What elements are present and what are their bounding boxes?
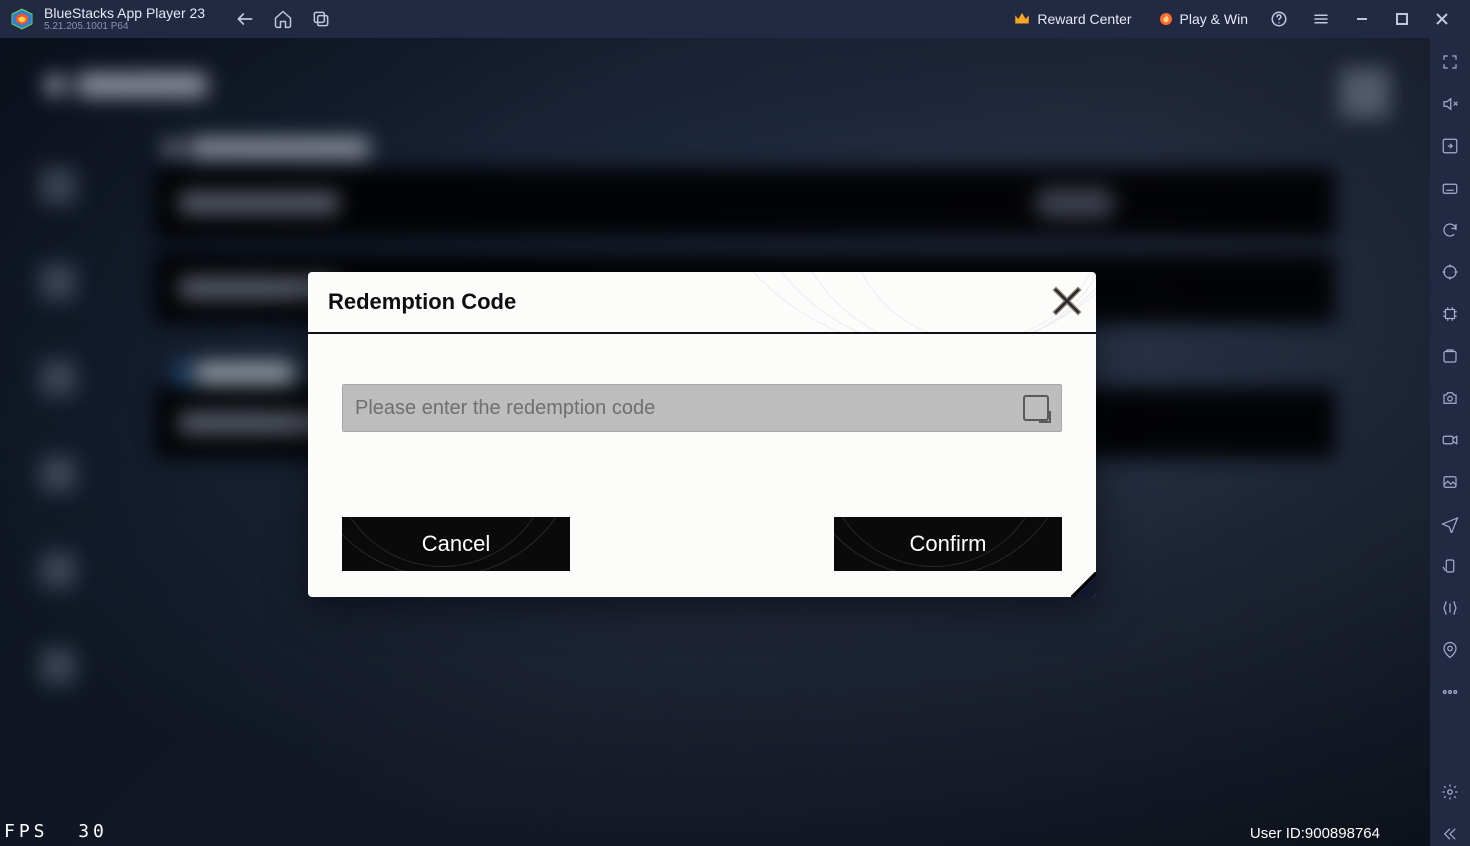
- collapse-button[interactable]: [1438, 822, 1462, 846]
- close-window-button[interactable]: [1422, 0, 1462, 38]
- modal-header: Redemption Code: [308, 272, 1096, 332]
- keymap-button[interactable]: [1438, 134, 1462, 158]
- fullscreen-button[interactable]: [1438, 50, 1462, 74]
- sync-icon: [1441, 221, 1459, 239]
- hamburger-icon: [1312, 10, 1330, 28]
- screenshot-button[interactable]: [1438, 386, 1462, 410]
- recent-apps-button[interactable]: [311, 9, 331, 29]
- modal-title: Redemption Code: [328, 289, 516, 315]
- camera-icon: [1441, 389, 1459, 407]
- apk-button[interactable]: [1438, 344, 1462, 368]
- rotate-button[interactable]: [1438, 554, 1462, 578]
- shake-icon: [1441, 599, 1459, 617]
- more-icon: [1441, 683, 1459, 701]
- game-viewport: Redemption Code: [0, 38, 1430, 846]
- arrow-box-icon: [1441, 137, 1459, 155]
- target-icon: [1441, 263, 1459, 281]
- volume-button[interactable]: [1438, 92, 1462, 116]
- arrow-left-icon: [235, 9, 255, 29]
- app-title: BlueStacks App Player 23: [44, 6, 205, 20]
- volume-mute-icon: [1441, 95, 1459, 113]
- modal-corner-decoration: [1071, 572, 1096, 597]
- maximize-icon: [1395, 12, 1409, 26]
- fps-counter: FPS 30: [4, 821, 108, 842]
- more-button[interactable]: [1438, 680, 1462, 704]
- video-icon: [1441, 431, 1459, 449]
- aim-button[interactable]: [1438, 260, 1462, 284]
- redemption-modal: Redemption Code: [308, 272, 1096, 597]
- recent-icon: [311, 9, 331, 29]
- image-icon: [1441, 473, 1459, 491]
- modal-body: [308, 334, 1096, 452]
- minimize-button[interactable]: [1342, 0, 1382, 38]
- chip-icon: [1441, 305, 1459, 323]
- fullscreen-icon: [1441, 53, 1459, 71]
- location-button[interactable]: [1438, 638, 1462, 662]
- confirm-label: Confirm: [909, 531, 986, 556]
- close-icon: [1435, 12, 1449, 26]
- bluestacks-logo-icon: [8, 5, 36, 33]
- home-button[interactable]: [273, 9, 293, 29]
- hamburger-button[interactable]: [1300, 10, 1342, 28]
- titlebar: BlueStacks App Player 23 5.21.205.1001 P…: [0, 0, 1470, 38]
- minimize-icon: [1355, 12, 1369, 26]
- memory-button[interactable]: [1438, 302, 1462, 326]
- modal-close-button[interactable]: [1050, 284, 1084, 318]
- close-x-icon: [1050, 284, 1084, 318]
- record-button[interactable]: [1438, 428, 1462, 452]
- help-icon: [1270, 10, 1288, 28]
- reward-center-button[interactable]: Reward Center: [1003, 10, 1141, 28]
- modal-footer: Cancel Confirm: [342, 517, 1062, 571]
- confirm-button[interactable]: Confirm: [834, 517, 1062, 571]
- code-input-wrap: [342, 384, 1062, 432]
- right-sidebar: [1430, 38, 1470, 846]
- help-button[interactable]: [1258, 10, 1300, 28]
- home-icon: [273, 9, 293, 29]
- rotate-icon: [1441, 557, 1459, 575]
- settings-button[interactable]: [1438, 780, 1462, 804]
- apk-icon: [1441, 347, 1459, 365]
- cancel-button[interactable]: Cancel: [342, 517, 570, 571]
- cancel-label: Cancel: [422, 531, 490, 556]
- play-win-label: Play & Win: [1180, 11, 1248, 27]
- crown-icon: [1013, 10, 1031, 28]
- keyboard-icon: [1441, 179, 1459, 197]
- redemption-code-input[interactable]: [355, 397, 1023, 420]
- back-button[interactable]: [235, 9, 255, 29]
- shake-button[interactable]: [1438, 596, 1462, 620]
- gear-icon: [1441, 783, 1459, 801]
- reward-center-label: Reward Center: [1037, 11, 1131, 27]
- modal-overlay: Redemption Code: [0, 38, 1430, 846]
- maximize-button[interactable]: [1382, 0, 1422, 38]
- title-block: BlueStacks App Player 23 5.21.205.1001 P…: [44, 6, 205, 32]
- chevron-left-double-icon: [1441, 825, 1459, 843]
- keyboard-button[interactable]: [1438, 176, 1462, 200]
- sync-button[interactable]: [1438, 218, 1462, 242]
- user-id-display: User ID:900898764: [1250, 825, 1380, 842]
- plane-button[interactable]: [1438, 512, 1462, 536]
- media-button[interactable]: [1438, 470, 1462, 494]
- app-version: 5.21.205.1001 P64: [44, 22, 205, 32]
- fire-icon: [1158, 11, 1174, 27]
- play-win-button[interactable]: Play & Win: [1148, 11, 1258, 27]
- paste-button[interactable]: [1023, 395, 1049, 421]
- plane-icon: [1441, 515, 1459, 533]
- location-icon: [1441, 641, 1459, 659]
